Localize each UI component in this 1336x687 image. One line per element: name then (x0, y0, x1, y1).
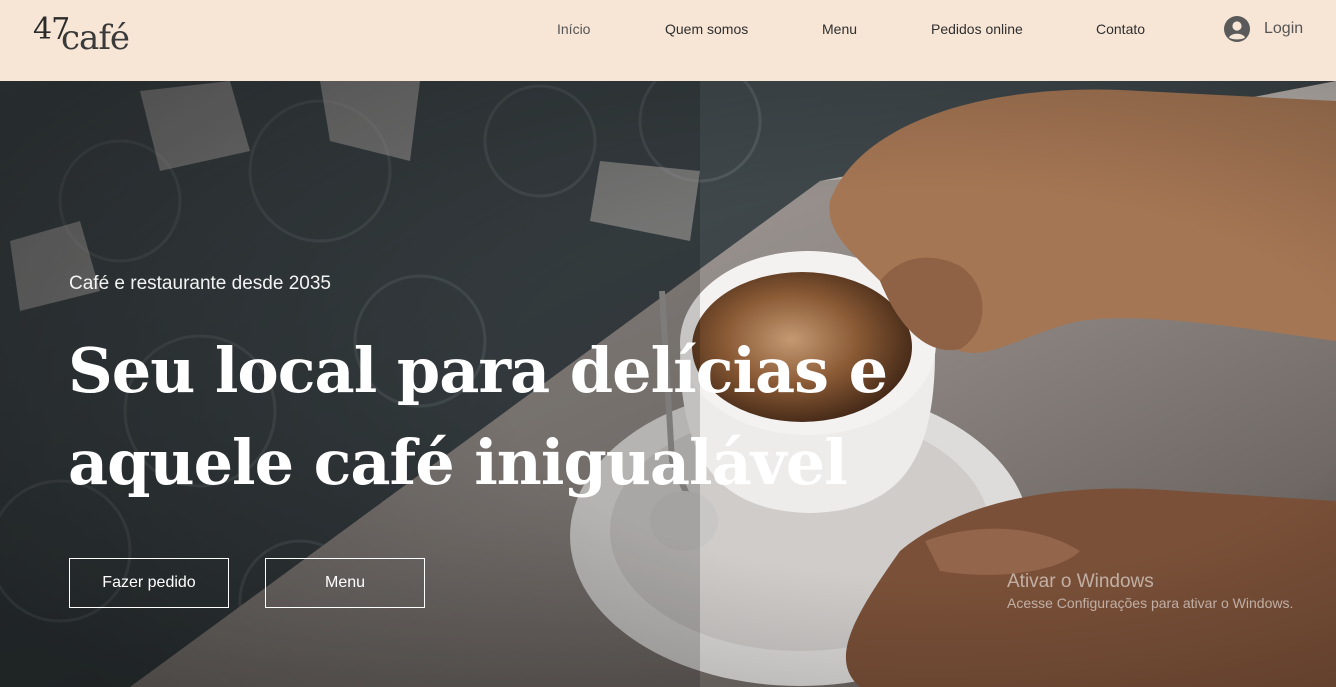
login-button[interactable]: Login (1224, 16, 1303, 42)
nav-pedidos-online[interactable]: Pedidos online (931, 20, 1023, 38)
watermark-title: Ativar o Windows (1007, 571, 1154, 592)
menu-button[interactable]: Menu (265, 558, 425, 608)
hero-headline-line-2: aquele café inigualável (68, 426, 848, 499)
watermark-subtitle: Acesse Configurações para ativar o Windo… (1007, 595, 1294, 611)
hero-headline: Seu local para delícias e aquele café in… (68, 325, 968, 509)
hero-section: Café e restaurante desde 2035 Seu local … (0, 81, 1336, 687)
user-circle-icon (1224, 16, 1250, 42)
nav-quem-somos[interactable]: Quem somos (665, 20, 748, 38)
order-button[interactable]: Fazer pedido (69, 558, 229, 608)
windows-activation-watermark: Ativar o Windows Acesse Configurações pa… (1007, 571, 1293, 613)
logo-word: café (61, 18, 130, 58)
hero-kicker: Café e restaurante desde 2035 (69, 273, 331, 294)
nav-inicio[interactable]: Início (557, 20, 590, 38)
nav-menu[interactable]: Menu (822, 20, 857, 38)
hero-headline-line-1: Seu local para delícias e (68, 334, 888, 407)
site-header: 47 café Início Quem somos Menu Pedidos o… (0, 0, 1336, 81)
nav-contato[interactable]: Contato (1096, 20, 1145, 38)
login-label: Login (1264, 20, 1304, 37)
